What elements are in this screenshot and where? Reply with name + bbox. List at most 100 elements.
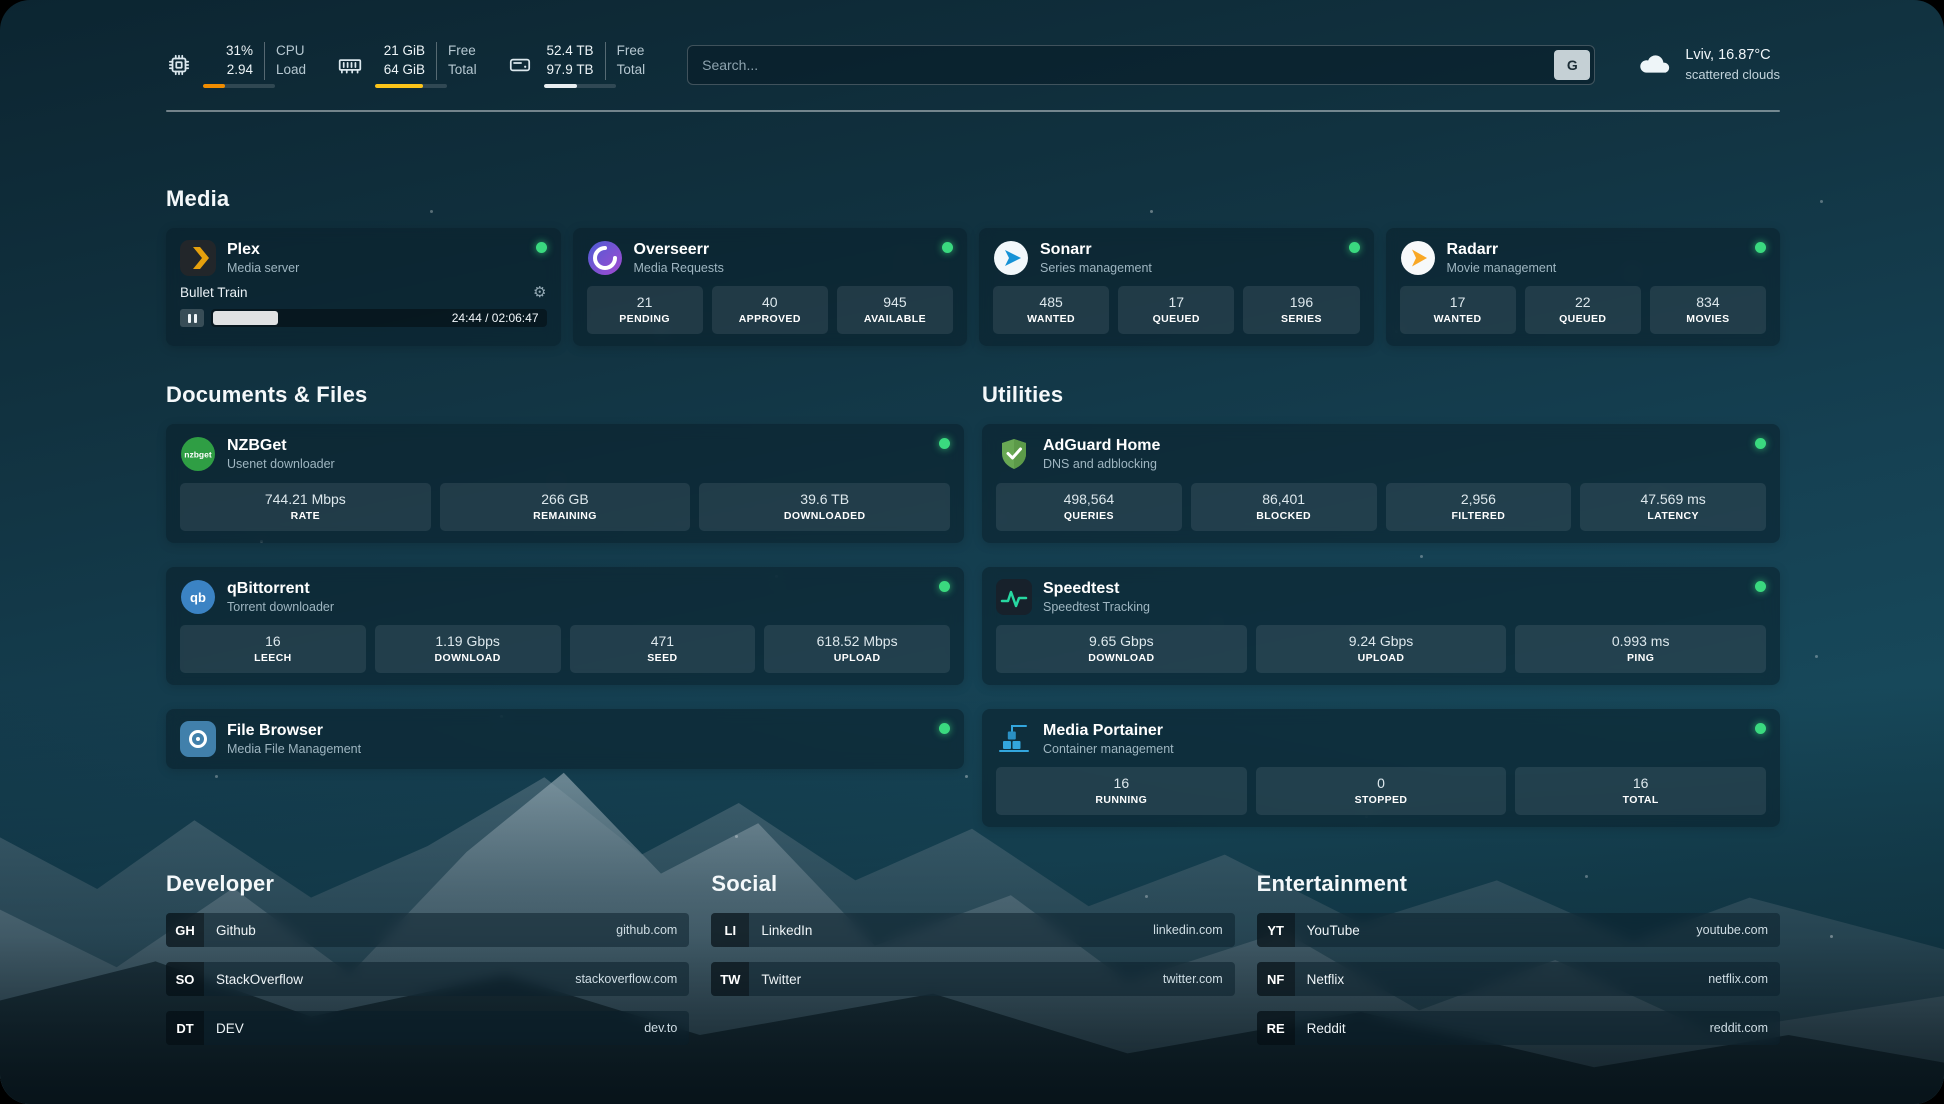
qbittorrent-icon: qb [180, 579, 216, 615]
stat-tile: 16LEECH [180, 625, 366, 673]
bookmark-github[interactable]: GH Github github.com [166, 913, 689, 947]
app-card-nzbget[interactable]: nzbget NZBGet Usenet downloader 744.21 M… [166, 424, 964, 542]
status-dot [1755, 723, 1766, 734]
weather-condition: scattered clouds [1685, 66, 1780, 84]
stat-tile: 9.24 GbpsUPLOAD [1256, 625, 1507, 673]
netflix-icon: NF [1257, 962, 1295, 996]
section-title-media: Media [166, 186, 1780, 212]
plex-icon [180, 240, 216, 276]
stat-tile: 17QUEUED [1118, 286, 1234, 334]
stat-tile: 471SEED [570, 625, 756, 673]
stat-tile: 86,401BLOCKED [1191, 483, 1377, 531]
stackoverflow-icon: SO [166, 962, 204, 996]
utilities-column: Utilities AdGuard Home [982, 382, 1780, 827]
stat-tile: 47.569 msLATENCY [1580, 483, 1766, 531]
radarr-icon [1400, 240, 1436, 276]
search-input[interactable] [688, 46, 1594, 84]
app-card-sonarr[interactable]: Sonarr Series management 485WANTED 17QUE… [979, 228, 1374, 346]
bookmark-stackoverflow[interactable]: SO StackOverflow stackoverflow.com [166, 962, 689, 996]
stat-tile: 39.6 TBDOWNLOADED [699, 483, 950, 531]
documents-column: Documents & Files nzbget NZBGet Usenet d… [166, 382, 964, 769]
app-card-speedtest[interactable]: Speedtest Speedtest Tracking 9.65 GbpsDO… [982, 567, 1780, 685]
stat-tile: 744.21 MbpsRATE [180, 483, 431, 531]
bookmark-youtube[interactable]: YT YouTube youtube.com [1257, 913, 1780, 947]
bookmark-linkedin[interactable]: LI LinkedIn linkedin.com [711, 913, 1234, 947]
stat-tile: 22QUEUED [1525, 286, 1641, 334]
status-dot [1755, 581, 1766, 592]
stat-tile: 485WANTED [993, 286, 1109, 334]
storage-usage-bar [544, 84, 616, 88]
developer-column: Developer GH Github github.com SO StackO… [166, 871, 689, 1060]
svg-text:qb: qb [190, 590, 206, 605]
svg-text:nzbget: nzbget [184, 450, 212, 460]
snow-particles [0, 0, 3, 3]
reddit-icon: RE [1257, 1011, 1295, 1045]
stat-tile: 945AVAILABLE [837, 286, 953, 334]
cpu-widget: 31% 2.94 CPU Load [166, 42, 306, 88]
pause-button[interactable] [180, 309, 204, 327]
bookmark-dev[interactable]: DT DEV dev.to [166, 1011, 689, 1045]
app-card-radarr[interactable]: Radarr Movie management 17WANTED 22QUEUE… [1386, 228, 1781, 346]
status-dot [939, 723, 950, 734]
weather-location: Lviv, 16.87°C [1685, 46, 1780, 66]
app-card-adguard[interactable]: AdGuard Home DNS and adblocking 498,564Q… [982, 424, 1780, 542]
status-dot [536, 242, 547, 253]
gear-icon[interactable]: ⚙ [533, 285, 546, 300]
app-card-qbittorrent[interactable]: qb qBittorrent Torrent downloader 16LEEC… [166, 567, 964, 685]
bookmark-twitter[interactable]: TW Twitter twitter.com [711, 962, 1234, 996]
app-card-overseerr[interactable]: Overseerr Media Requests 21PENDING 40APP… [573, 228, 968, 346]
cpu-percent: 31% [226, 42, 253, 61]
stat-tile: 9.65 GbpsDOWNLOAD [996, 625, 1247, 673]
now-playing-title: Bullet Train [180, 285, 248, 300]
adguard-icon [996, 436, 1032, 472]
search-engine-button[interactable]: G [1554, 50, 1590, 80]
memory-icon [336, 52, 364, 78]
weather-widget: Lviv, 16.87°C scattered clouds [1637, 46, 1780, 83]
app-card-filebrowser[interactable]: File Browser Media File Management [166, 709, 964, 769]
storage-free: 52.4 TB [547, 42, 594, 61]
filebrowser-icon [180, 721, 216, 757]
storage-widget: 52.4 TB 97.9 TB Free Total [507, 42, 646, 88]
section-title-social: Social [711, 871, 1234, 897]
stat-tile: 196SERIES [1243, 286, 1359, 334]
speedtest-icon [996, 579, 1032, 615]
search-bar: G [687, 45, 1595, 85]
bookmark-netflix[interactable]: NF Netflix netflix.com [1257, 962, 1780, 996]
dev-icon: DT [166, 1011, 204, 1045]
stat-tile: 834MOVIES [1650, 286, 1766, 334]
cpu-icon [166, 52, 192, 78]
stat-tile: 0.993 msPING [1515, 625, 1766, 673]
stat-tile: 16TOTAL [1515, 767, 1766, 815]
app-card-portainer[interactable]: Media Portainer Container management 16R… [982, 709, 1780, 827]
stat-tile: 17WANTED [1400, 286, 1516, 334]
bookmark-reddit[interactable]: RE Reddit reddit.com [1257, 1011, 1780, 1045]
nzbget-icon: nzbget [180, 436, 216, 472]
stat-tile: 1.19 GbpsDOWNLOAD [375, 625, 561, 673]
stat-tile: 618.52 MbpsUPLOAD [764, 625, 950, 673]
divider [605, 42, 606, 80]
playback-progress-fill [213, 311, 278, 325]
sonarr-icon [993, 240, 1029, 276]
status-dot [1349, 242, 1360, 253]
divider [264, 42, 265, 80]
stat-tile: 498,564QUERIES [996, 483, 1182, 531]
status-dot [1755, 242, 1766, 253]
linkedin-icon: LI [711, 913, 749, 947]
github-icon: GH [166, 913, 204, 947]
cloud-icon [1637, 49, 1673, 81]
app-card-plex[interactable]: Plex Media server Bullet Train ⚙ 24:44 /… [166, 228, 561, 346]
topbar-divider [166, 110, 1780, 112]
storage-icon [507, 52, 533, 78]
stat-tile: 266 GBREMAINING [440, 483, 691, 531]
system-stats: 31% 2.94 CPU Load [166, 42, 645, 88]
portainer-icon [996, 721, 1032, 757]
divider [436, 42, 437, 80]
entertainment-column: Entertainment YT YouTube youtube.com NF … [1257, 871, 1780, 1060]
memory-widget: 21 GiB 64 GiB Free Total [336, 42, 477, 88]
memory-free: 21 GiB [384, 42, 425, 61]
section-title-utilities: Utilities [982, 382, 1780, 408]
overseerr-icon [587, 240, 623, 276]
stat-tile: 16RUNNING [996, 767, 1247, 815]
playback-progress-bar[interactable]: 24:44 / 02:06:47 [211, 309, 547, 327]
status-dot [939, 581, 950, 592]
